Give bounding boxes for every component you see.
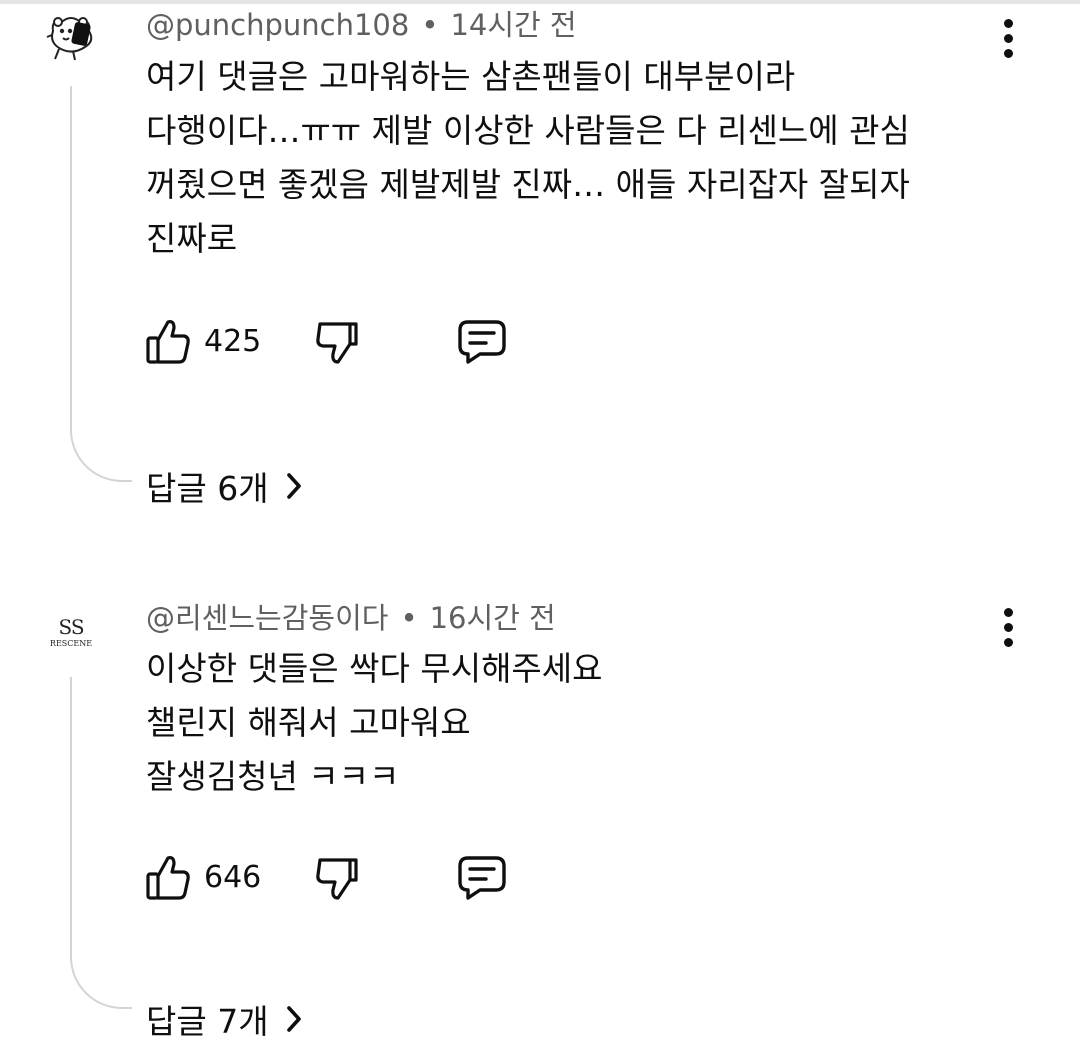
like-count: 425 xyxy=(204,323,262,359)
dislike-button[interactable] xyxy=(312,849,362,905)
thread-line xyxy=(70,86,132,482)
replies-label: 답글 7개 xyxy=(146,1002,269,1039)
comment-line: 챌린지 해줘서 고마워요 xyxy=(146,703,471,742)
thumbs-down-icon xyxy=(316,858,358,900)
comment-bubble-icon xyxy=(458,320,506,364)
more-vertical-icon xyxy=(1003,18,1013,28)
comment-bubble-icon xyxy=(458,856,506,900)
separator-dot: • xyxy=(400,601,418,635)
comment-text: 여기 댓글은 고마워하는 삼촌팬들이 대부분이라 다행이다…ㅠㅠ 제발 이상한 … xyxy=(146,50,1026,266)
dislike-button[interactable] xyxy=(312,313,362,369)
avatar[interactable]: SS RESCENE xyxy=(40,607,102,657)
comment-actions: 646 xyxy=(144,849,564,905)
like-button[interactable]: 646 xyxy=(144,849,261,905)
chevron-right-icon xyxy=(285,471,303,501)
reply-button[interactable] xyxy=(456,313,508,369)
comment-author[interactable]: @punchpunch108 xyxy=(146,8,409,42)
chevron-right-icon xyxy=(285,1004,303,1034)
comment-actions: 425 xyxy=(144,313,564,369)
comment-time: 14시간 전 xyxy=(450,8,577,42)
comment-line: 다행이다…ㅠㅠ 제발 이상한 사람들은 다 리센느에 관심 xyxy=(146,111,910,150)
comment-text: 이상한 댓들은 싹다 무시해주세요 챌린지 해줘서 고마워요 잘생김청년 ㅋㅋㅋ xyxy=(146,642,1026,804)
thread-line xyxy=(70,677,132,1009)
replies-label: 답글 6개 xyxy=(146,469,269,508)
view-replies-button[interactable]: 답글 7개 xyxy=(146,994,303,1039)
cartoon-character-avatar-icon xyxy=(46,17,93,61)
thumbs-up-icon xyxy=(146,856,190,900)
comment-line: 여기 댓글은 고마워하는 삼촌팬들이 대부분이라 xyxy=(146,57,796,96)
view-replies-button[interactable]: 답글 6개 xyxy=(146,461,303,511)
comment-line: 잘생김청년 ㅋㅋㅋ xyxy=(146,757,400,796)
comment-time: 16시간 전 xyxy=(429,601,556,635)
more-vertical-icon xyxy=(1003,607,1013,617)
comment-author[interactable]: @리센느는감동이다 xyxy=(146,601,388,635)
avatar[interactable] xyxy=(40,12,102,62)
thumbs-down-icon xyxy=(316,322,358,364)
reply-button[interactable] xyxy=(456,849,508,905)
comment-line: 꺼줬으면 좋겠음 제발제발 진짜… 애들 자리잡자 잘되자 xyxy=(146,165,910,204)
thumbs-up-icon xyxy=(146,320,190,364)
comment-line: 이상한 댓들은 싹다 무시해주세요 xyxy=(146,649,603,688)
comments-page: @punchpunch108 • 14시간 전 여기 댓글은 고마워하는 삼촌팬들이… xyxy=(0,0,1080,1039)
rescene-logo-avatar-icon: SS RESCENE xyxy=(49,614,93,648)
like-button[interactable]: 425 xyxy=(144,313,261,369)
comment-meta: @punchpunch108 • 14시간 전 xyxy=(146,2,577,44)
comment-meta: @리센느는감동이다 • 16시간 전 xyxy=(146,595,556,637)
like-count: 646 xyxy=(204,859,262,895)
comment-line: 진짜로 xyxy=(146,219,238,258)
separator-dot: • xyxy=(421,8,439,42)
